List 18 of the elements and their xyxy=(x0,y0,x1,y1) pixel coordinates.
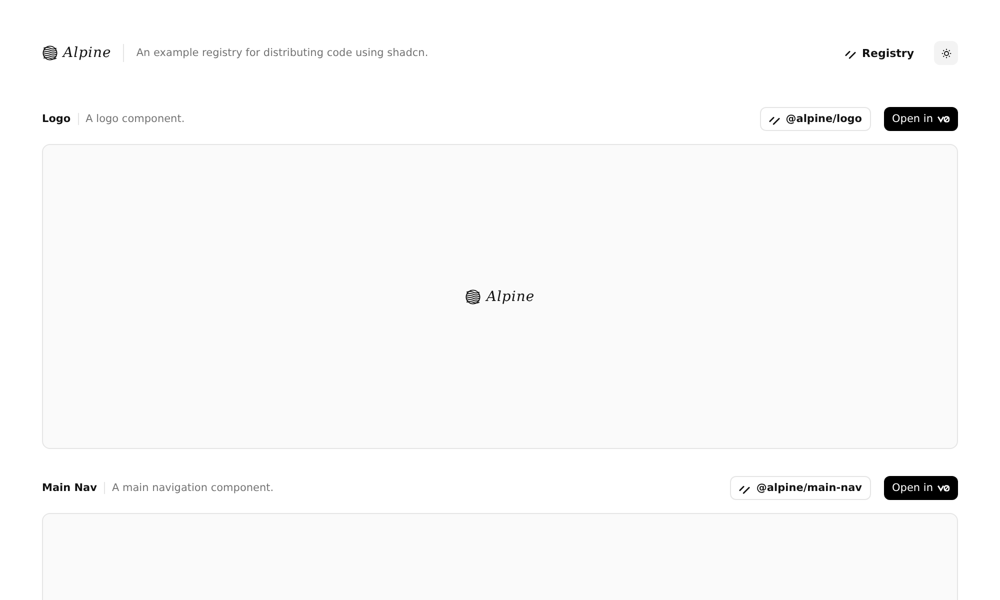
install-command-button[interactable]: @alpine/logo xyxy=(760,107,872,131)
open-in-v0-button[interactable]: Open in xyxy=(884,107,958,131)
logo-text: Alpine xyxy=(486,288,535,304)
v0-icon xyxy=(937,484,950,492)
v0-icon xyxy=(937,114,950,124)
striped-globe-icon xyxy=(465,288,482,304)
open-in-v0-button[interactable]: Open in xyxy=(884,476,958,500)
sun-icon xyxy=(940,48,952,58)
striped-globe-icon xyxy=(42,45,58,61)
tagline: An example registry for distributing code using shadcn. xyxy=(136,47,428,59)
component-title: Main Nav xyxy=(42,482,97,494)
component-description: A main navigation component. xyxy=(112,482,274,494)
component-description: A logo component. xyxy=(86,113,185,125)
logo-text[interactable]: Alpine xyxy=(63,45,112,61)
component-title: Logo xyxy=(42,113,71,125)
theme-toggle-button[interactable] xyxy=(934,41,958,65)
registry-link[interactable]: Registry xyxy=(837,40,922,66)
install-command-button[interactable]: @alpine/main-nav xyxy=(730,476,872,500)
